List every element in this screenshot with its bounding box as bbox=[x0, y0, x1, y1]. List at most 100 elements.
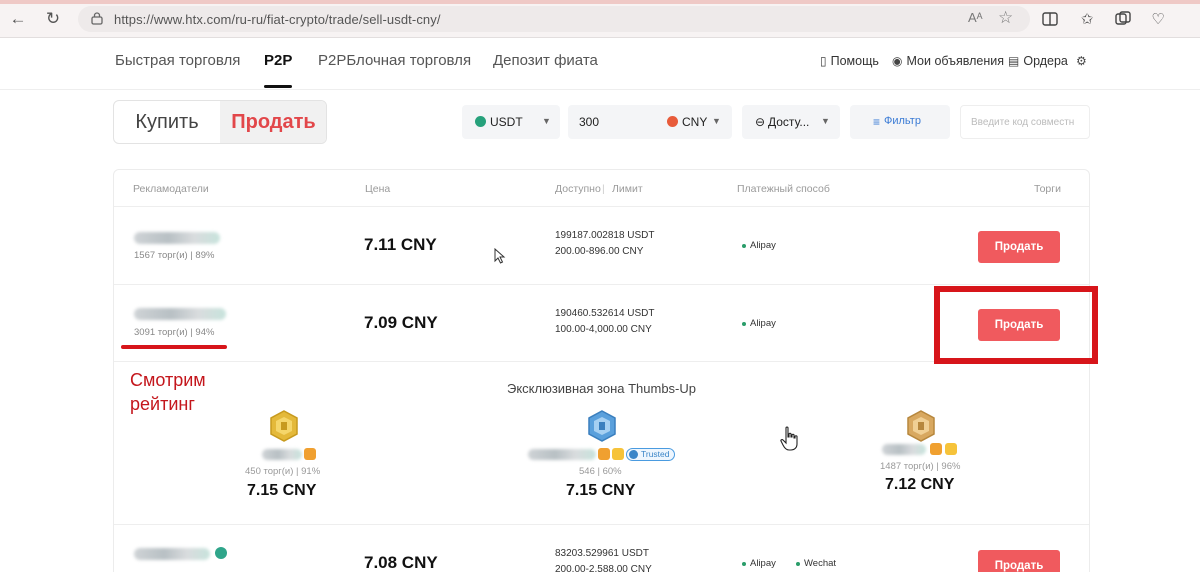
star-badge-icon bbox=[612, 448, 624, 460]
chevron-down-icon: ▼ bbox=[712, 116, 721, 126]
merchant-badge-icon bbox=[598, 448, 610, 460]
help-label: Помощь bbox=[830, 54, 879, 68]
sell-button[interactable]: Продать bbox=[978, 550, 1060, 572]
header-payment: Платежный способ bbox=[737, 183, 830, 195]
buy-sell-toggle: Купить Продать bbox=[113, 100, 327, 144]
hand-cursor-icon bbox=[780, 426, 798, 451]
advertiser-name-blurred[interactable] bbox=[134, 232, 220, 244]
read-aloud-icon[interactable]: Aᴬ bbox=[968, 10, 983, 25]
row-divider bbox=[114, 524, 1089, 525]
shield-icon bbox=[629, 450, 638, 459]
back-icon[interactable]: ← bbox=[8, 9, 28, 29]
browser-toolbar: ← ↻ https://www.htx.com/ru-ru/fiat-crypt… bbox=[0, 0, 1200, 38]
cooperation-code-input[interactable]: Введите код совместн bbox=[960, 105, 1090, 139]
card-price: 7.15 CNY bbox=[247, 482, 317, 499]
limit-range: 200.00-896.00 CNY bbox=[555, 246, 644, 257]
reload-icon[interactable]: ↻ bbox=[43, 9, 63, 29]
advertiser-stats: 1567 торг(и) | 89% bbox=[134, 250, 215, 261]
tab-strip-edge bbox=[0, 0, 1200, 4]
star-badge-icon bbox=[945, 443, 957, 455]
coin-select[interactable]: USDT ▼ bbox=[462, 105, 560, 139]
favorite-star-icon[interactable]: ☆ bbox=[998, 8, 1013, 28]
site-navigation: Быстрая торговля P2P P2PБлочная торговля… bbox=[0, 38, 1200, 90]
orders-label: Ордера bbox=[1023, 54, 1068, 68]
collections-icon[interactable] bbox=[1113, 9, 1133, 29]
header-advertisers: Рекламодатели bbox=[133, 183, 209, 195]
amount-input[interactable]: 300 CNY ▼ bbox=[568, 105, 732, 139]
address-bar[interactable]: https://www.htx.com/ru-ru/fiat-crypto/tr… bbox=[78, 6, 1030, 32]
cny-currency-icon bbox=[667, 116, 678, 127]
currency-value[interactable]: CNY bbox=[682, 115, 707, 129]
row-divider bbox=[114, 284, 1089, 285]
blue-medal-icon bbox=[588, 410, 616, 442]
card-stats: 450 торг(и) | 91% bbox=[245, 466, 321, 477]
row-divider bbox=[114, 206, 1089, 207]
filter-icon: ≡ bbox=[873, 115, 881, 129]
offer-price: 7.09 CNY bbox=[364, 313, 438, 332]
payment-name: Alipay bbox=[750, 558, 776, 569]
buy-tab[interactable]: Купить bbox=[114, 101, 220, 143]
card-price: 7.15 CNY bbox=[566, 482, 636, 499]
orders-link[interactable]: ▤ Ордера bbox=[1008, 54, 1068, 68]
code-placeholder[interactable]: Введите код совместн bbox=[971, 117, 1074, 128]
payment-name: Alipay bbox=[750, 240, 776, 251]
merchant-badge-icon bbox=[304, 448, 316, 460]
advertiser-name-blurred[interactable] bbox=[134, 548, 210, 560]
annotation-line-1: Смотрим bbox=[130, 370, 206, 390]
gold-medal-icon bbox=[270, 410, 298, 442]
offer-price: 7.11 CNY bbox=[364, 235, 437, 254]
highlight-sell-button-box bbox=[934, 286, 1098, 364]
tab-fiat-deposit[interactable]: Депозит фиата bbox=[493, 52, 598, 69]
trusted-badge: Trusted bbox=[626, 448, 675, 461]
usdt-coin-icon bbox=[475, 116, 486, 127]
help-link[interactable]: ▯ Помощь bbox=[820, 54, 879, 68]
payment-icon: ⊖ bbox=[755, 115, 766, 129]
tab-p2p[interactable]: P2P bbox=[264, 52, 292, 69]
split-screen-icon[interactable] bbox=[1040, 9, 1060, 29]
payment-tag: Alipay bbox=[742, 318, 776, 329]
advertiser-name-blurred bbox=[528, 449, 596, 460]
mouse-pointer-icon bbox=[494, 248, 506, 264]
url-text[interactable]: https://www.htx.com/ru-ru/fiat-crypto/tr… bbox=[114, 12, 441, 27]
tab-quick-trade[interactable]: Быстрая торговля bbox=[115, 52, 240, 69]
advertiser-name-blurred[interactable] bbox=[134, 308, 226, 320]
browser-essentials-icon[interactable]: ♡ bbox=[1148, 9, 1168, 29]
offers-table: Рекламодатели Цена Доступно | Лимит Плат… bbox=[113, 169, 1090, 572]
settings-icon[interactable]: ⚙ bbox=[1076, 54, 1087, 68]
limit-range: 100.00-4,000.00 CNY bbox=[555, 324, 652, 335]
sell-tab[interactable]: Продать bbox=[220, 101, 326, 143]
offer-availability: 190460.532614 USDT 100.00-4,000.00 CNY bbox=[555, 306, 655, 338]
advertiser-stats: 3091 торг(и) | 94% bbox=[134, 327, 215, 338]
highlight-rating-underline bbox=[121, 345, 227, 349]
available-amount: 83203.529961 USDT bbox=[555, 548, 649, 559]
merchant-badge-icon bbox=[930, 443, 942, 455]
header-price: Цена bbox=[365, 183, 391, 195]
sell-button[interactable]: Продать bbox=[978, 231, 1060, 263]
my-ads-label: Мои объявления bbox=[906, 54, 1004, 68]
payment-method-select[interactable]: ⊖ Досту... ▼ bbox=[742, 105, 840, 139]
my-ads-link[interactable]: ◉ Мои объявления bbox=[892, 54, 1004, 68]
payment-name: Wechat bbox=[804, 558, 837, 569]
filter-button[interactable]: ≡ Фильтр bbox=[850, 105, 950, 139]
card-stats: 1487 торг(и) | 96% bbox=[880, 461, 961, 472]
annotation-text: Смотрим рейтинг bbox=[130, 368, 206, 416]
tab-p2p-block-trade[interactable]: P2PБлочная торговля bbox=[318, 52, 471, 69]
offer-availability: 199187.002818 USDT 200.00-896.00 CNY bbox=[555, 228, 655, 260]
payment-value: Досту... bbox=[768, 115, 810, 129]
payment-tag: Alipay bbox=[742, 558, 776, 569]
favorites-icon[interactable]: ✩ bbox=[1077, 9, 1097, 29]
card-price: 7.12 CNY bbox=[885, 476, 955, 493]
header-available: Доступно bbox=[555, 183, 601, 195]
chevron-down-icon: ▼ bbox=[821, 116, 830, 126]
orders-icon: ▤ bbox=[1008, 54, 1020, 68]
advertiser-name-blurred bbox=[882, 444, 926, 455]
header-limit: Лимит bbox=[612, 183, 643, 195]
thumbs-up-zone-title: Эксклюзивная зона Thumbs-Up bbox=[506, 381, 696, 396]
site-info-icon[interactable] bbox=[90, 11, 106, 27]
available-amount: 190460.532614 USDT bbox=[555, 308, 655, 319]
help-icon: ▯ bbox=[820, 54, 827, 68]
payment-tag: Alipay bbox=[742, 240, 776, 251]
coin-value: USDT bbox=[490, 115, 523, 129]
limit-range: 200.00-2,588.00 CNY bbox=[555, 564, 652, 572]
amount-value[interactable]: 300 bbox=[579, 115, 599, 129]
